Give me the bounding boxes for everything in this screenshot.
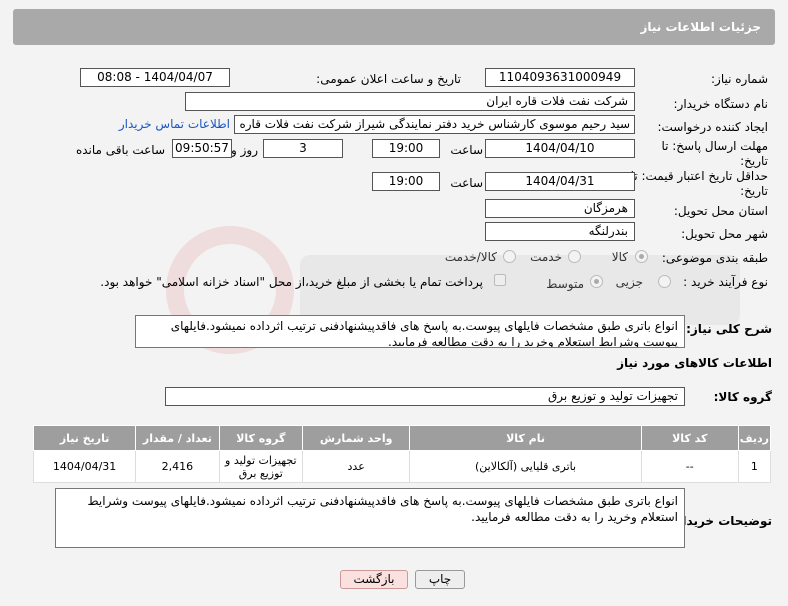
- days-field: 3: [263, 139, 343, 158]
- process-label: نوع فرآیند خرید :: [683, 275, 768, 289]
- payment-note: پرداخت تمام یا بخشی از مبلغ خرید،از محل …: [100, 275, 483, 289]
- province-field: هرمزگان: [485, 199, 635, 218]
- price-time-label: ساعت: [450, 176, 483, 190]
- buyer-notes-label: توضیحات خریدار:: [670, 514, 772, 528]
- process-radio-minor[interactable]: [658, 275, 671, 288]
- announce-field: 1404/04/07 - 08:08: [80, 68, 230, 87]
- category-option-service: خدمت: [530, 250, 562, 264]
- remaining-time-field: 09:50:57: [172, 139, 232, 158]
- treasury-checkbox[interactable]: [494, 274, 506, 286]
- price-validity-label: حداقل تاریخ اعتبار قیمت: تا تاریخ:: [630, 169, 768, 198]
- cell-unit: عدد: [301, 450, 411, 483]
- need-number-label: شماره نیاز:: [711, 72, 768, 86]
- days-label: روز و: [231, 143, 258, 157]
- table-row[interactable]: 1 -- باتری قلیایی (آلکالاین) عدد تجهیزات…: [32, 450, 772, 483]
- cell-date: 1404/04/31: [32, 450, 137, 483]
- col-row: ردیف: [737, 425, 772, 451]
- goods-table-header: ردیف کد کالا نام کالا واحد شمارش گروه کا…: [32, 425, 772, 451]
- buyer-contact-link[interactable]: اطلاعات تماس خریدار: [119, 117, 230, 131]
- category-option-both: کالا/خدمت: [444, 250, 497, 264]
- creator-label: ایجاد کننده درخواست:: [657, 120, 768, 134]
- category-radio-goods[interactable]: [635, 250, 648, 263]
- buyer-org-label: نام دستگاه خریدار:: [673, 97, 769, 111]
- process-option-medium: متوسط: [546, 277, 584, 291]
- announce-label: تاریخ و ساعت اعلان عمومی:: [316, 72, 461, 86]
- page-title: جزئیات اطلاعات نیاز: [640, 20, 761, 34]
- goods-group-label: گروه کالا:: [713, 390, 772, 404]
- cell-code: --: [640, 450, 739, 483]
- summary-textarea[interactable]: انواع باتری طبق مشخصات فایلهای پیوست.به …: [135, 315, 685, 348]
- goods-table: ردیف کد کالا نام کالا واحد شمارش گروه کا…: [32, 425, 772, 483]
- process-option-minor: جزیی: [615, 275, 643, 289]
- col-qty: تعداد / مقدار: [135, 425, 220, 451]
- reply-time-label: ساعت: [450, 143, 483, 157]
- col-code: کد کالا: [640, 425, 739, 451]
- buyer-org-field: شرکت نفت فلات قاره ایران: [185, 92, 635, 111]
- category-radio-service[interactable]: [568, 250, 581, 263]
- page-frame: جزئیات اطلاعات نیاز شماره نیاز: 11040936…: [0, 0, 788, 606]
- buyer-notes-textarea[interactable]: انواع باتری طبق مشخصات فایلهای پیوست.به …: [55, 488, 685, 548]
- page-header: جزئیات اطلاعات نیاز: [13, 9, 775, 45]
- price-date-field: 1404/04/31: [485, 172, 635, 191]
- col-group: گروه کالا: [218, 425, 303, 451]
- back-button[interactable]: بازگشت: [340, 570, 408, 589]
- city-field: بندرلنگه: [485, 222, 635, 241]
- creator-field: سید رحیم موسوی کارشناس خرید دفتر نمایندگ…: [234, 115, 635, 134]
- col-date: تاریخ نیاز: [32, 425, 137, 451]
- reply-deadline-label: مهلت ارسال پاسخ: تا تاریخ:: [661, 139, 768, 168]
- cell-row: 1: [737, 450, 772, 483]
- cell-qty: 2,416: [135, 450, 220, 483]
- cell-name: باتری قلیایی (آلکالاین): [409, 450, 642, 483]
- reply-time-field: 19:00: [372, 139, 440, 158]
- print-button[interactable]: چاپ: [415, 570, 465, 589]
- goods-section-title: اطلاعات کالاهای مورد نیاز: [617, 356, 772, 370]
- summary-label: شرح کلی نیاز:: [686, 322, 772, 336]
- col-unit: واحد شمارش: [301, 425, 411, 451]
- reply-date-field: 1404/04/10: [485, 139, 635, 158]
- need-number-field: 1104093631000949: [485, 68, 635, 87]
- city-label: شهر محل تحویل:: [681, 227, 768, 241]
- goods-group-field: تجهیزات تولید و توزیع برق: [165, 387, 685, 406]
- category-radio-both[interactable]: [503, 250, 516, 263]
- process-radio-medium[interactable]: [590, 275, 603, 288]
- price-time-field: 19:00: [372, 172, 440, 191]
- province-label: استان محل تحویل:: [673, 204, 768, 218]
- category-option-goods: کالا: [611, 250, 628, 264]
- col-name: نام کالا: [409, 425, 642, 451]
- remaining-label: ساعت باقی مانده: [75, 143, 165, 157]
- cell-group: تجهیزات تولید و توزیع برق: [218, 450, 303, 483]
- category-label: طبقه بندی موضوعی:: [661, 251, 768, 265]
